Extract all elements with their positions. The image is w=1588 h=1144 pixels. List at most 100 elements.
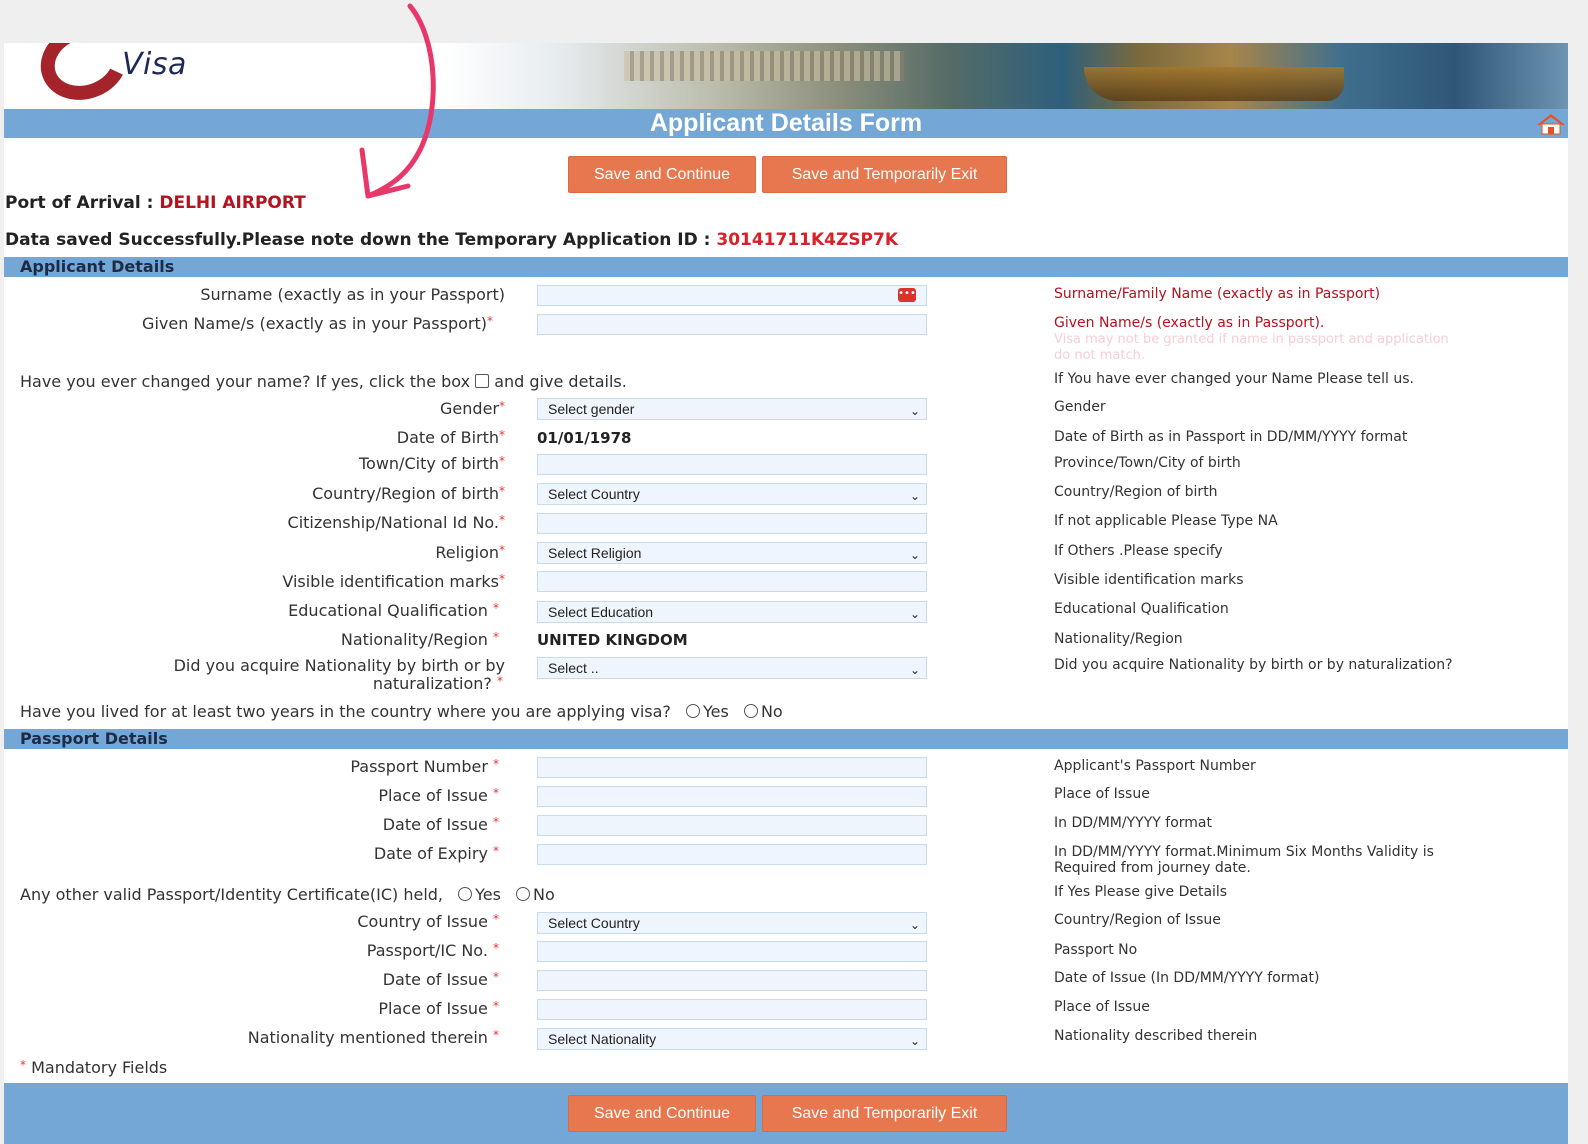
marks-input[interactable] — [537, 571, 927, 592]
chevron-down-icon: ⌄ — [909, 918, 920, 932]
other-passport-no-radio[interactable] — [516, 887, 531, 901]
ic-place-of-issue-input[interactable] — [537, 999, 927, 1020]
date-of-issue-label: Date of Issue * — [382, 815, 499, 834]
visa-form-page: Visa Applicant Details Form Save and Con… — [4, 43, 1568, 1144]
town-input[interactable] — [537, 454, 927, 475]
ic-place-of-issue-label: Place of Issue * — [378, 999, 499, 1018]
other-passport-label: Any other valid Passport/Identity Certif… — [20, 885, 443, 904]
port-of-arrival-value: DELHI AIRPORT — [159, 193, 306, 213]
lived-yes-label: Yes — [703, 702, 729, 721]
dob-label: Date of Birth* — [396, 428, 505, 447]
save-success-message: Data saved Successfully.Please note down… — [5, 230, 898, 250]
page-title: Applicant Details Form — [649, 109, 923, 137]
religion-label: Religion* — [435, 543, 505, 562]
passport-number-hint: Applicant's Passport Number — [1054, 758, 1256, 774]
save-and-continue-button-top[interactable]: Save and Continue — [568, 156, 756, 193]
country-birth-label: Country/Region of birth* — [312, 484, 505, 503]
mandatory-fields-text: Mandatory Fields — [31, 1058, 168, 1077]
section-applicant-details: Applicant Details — [4, 257, 1568, 277]
changed-name-suffix: and give details. — [494, 372, 627, 391]
section-passport-details: Passport Details — [4, 729, 1568, 749]
save-and-exit-button-bottom[interactable]: Save and Temporarily Exit — [762, 1095, 1007, 1132]
given-name-hint: Given Name/s (exactly as in Passport). — [1054, 315, 1325, 331]
religion-select[interactable]: Select Religion ⌄ — [537, 542, 927, 564]
other-passport-yes-radio[interactable] — [458, 887, 473, 901]
chevron-down-icon: ⌄ — [909, 607, 920, 621]
given-name-warning-line1: Visa may not be granted if name in passp… — [1054, 332, 1449, 347]
lived-no-radio[interactable] — [743, 704, 758, 718]
other-passport-yes-label: Yes — [475, 885, 501, 904]
citizenship-label: Citizenship/National Id No.* — [287, 513, 505, 532]
ic-nationality-select[interactable]: Select Nationality ⌄ — [537, 1028, 927, 1050]
date-of-expiry-hint-line1: In DD/MM/YYYY format.Minimum Six Months … — [1054, 844, 1434, 860]
date-of-expiry-hint-line2: Required from journey date. — [1054, 860, 1251, 876]
ic-nationality-label: Nationality mentioned therein * — [247, 1028, 499, 1047]
ic-number-input[interactable] — [537, 941, 927, 962]
date-of-expiry-label: Date of Expiry * — [373, 844, 499, 863]
ic-date-of-issue-hint: Date of Issue (In DD/MM/YYYY format) — [1054, 970, 1320, 986]
changed-name-checkbox[interactable] — [475, 374, 490, 388]
country-of-issue-label: Country of Issue * — [357, 912, 499, 931]
marks-hint: Visible identification marks — [1054, 572, 1244, 588]
ic-nationality-hint: Nationality described therein — [1054, 1028, 1258, 1044]
place-of-issue-hint: Place of Issue — [1054, 786, 1150, 802]
chevron-down-icon: ⌄ — [909, 548, 920, 562]
country-of-issue-select[interactable]: Select Country ⌄ — [537, 912, 927, 934]
gender-select[interactable]: Select gender ⌄ — [537, 398, 927, 420]
place-of-issue-label: Place of Issue * — [378, 786, 499, 805]
acquire-nationality-select[interactable]: Select .. ⌄ — [537, 657, 927, 679]
dob-hint: Date of Birth as in Passport in DD/MM/YY… — [1054, 429, 1408, 445]
ic-place-of-issue-hint: Place of Issue — [1054, 999, 1150, 1015]
passport-number-label: Passport Number * — [350, 757, 499, 776]
given-name-input[interactable] — [537, 314, 927, 335]
lived-no-label: No — [760, 702, 783, 721]
chevron-down-icon: ⌄ — [909, 1034, 920, 1048]
marks-label: Visible identification marks* — [282, 572, 505, 591]
acquire-nationality-hint: Did you acquire Nationality by birth or … — [1054, 657, 1453, 673]
citizenship-input[interactable] — [537, 513, 927, 534]
evisa-logo-text: Visa — [122, 47, 187, 82]
annotation-arrow — [359, 3, 436, 199]
nationality-value: UNITED KINGDOM — [537, 631, 688, 649]
town-hint: Province/Town/City of birth — [1054, 455, 1241, 471]
town-label: Town/City of birth* — [358, 454, 505, 473]
surname-input[interactable]: ••• — [537, 285, 927, 306]
date-of-issue-input[interactable] — [537, 815, 927, 836]
religion-hint: If Others .Please specify — [1054, 543, 1223, 559]
changed-name-row: Have you ever changed your name? If yes,… — [20, 372, 627, 391]
acquire-nationality-label-line1: Did you acquire Nationality by birth or … — [173, 656, 505, 675]
lived-yes-radio[interactable] — [686, 704, 701, 718]
form-title-bar: Applicant Details Form — [4, 109, 1568, 138]
ic-date-of-issue-input[interactable] — [537, 970, 927, 991]
surname-label: Surname (exactly as in your Passport) — [200, 285, 505, 304]
country-birth-select[interactable]: Select Country ⌄ — [537, 483, 927, 505]
chevron-down-icon: ⌄ — [909, 663, 920, 677]
temporary-application-id: 30141711K4ZSP7K — [716, 230, 899, 250]
date-of-expiry-input[interactable] — [537, 844, 927, 865]
country-of-issue-hint: Country/Region of Issue — [1054, 912, 1221, 928]
given-name-label: Given Name/s (exactly as in your Passpor… — [142, 314, 493, 333]
citizenship-hint: If not applicable Please Type NA — [1054, 513, 1278, 529]
gender-label: Gender* — [440, 399, 505, 418]
nationality-label: Nationality/Region * — [340, 630, 499, 649]
other-passport-row: Any other valid Passport/Identity Certif… — [20, 885, 555, 904]
save-and-exit-button-top[interactable]: Save and Temporarily Exit — [762, 156, 1007, 193]
changed-name-label: Have you ever changed your name? If yes,… — [20, 372, 471, 391]
port-of-arrival: Port of Arrival : DELHI AIRPORT — [5, 193, 306, 213]
passport-number-input[interactable] — [537, 757, 927, 778]
mandatory-fields-note: * Mandatory Fields — [20, 1058, 168, 1077]
ic-number-hint: Passport No — [1054, 942, 1138, 958]
port-of-arrival-label: Port of Arrival : — [5, 193, 154, 213]
lived-two-years-label: Have you lived for at least two years in… — [20, 702, 671, 721]
calendar-icon[interactable]: ••• — [898, 288, 916, 302]
education-select[interactable]: Select Education ⌄ — [537, 601, 927, 623]
given-name-warning-line2: do not match. — [1054, 348, 1146, 363]
place-of-issue-input[interactable] — [537, 786, 927, 807]
home-icon[interactable] — [1536, 113, 1566, 135]
surname-hint: Surname/Family Name (exactly as in Passp… — [1054, 286, 1381, 302]
banner-image — [444, 43, 1568, 109]
nationality-hint: Nationality/Region — [1054, 631, 1183, 647]
ic-number-label: Passport/IC No. * — [366, 941, 499, 960]
chevron-down-icon: ⌄ — [909, 404, 920, 418]
save-and-continue-button-bottom[interactable]: Save and Continue — [568, 1095, 756, 1132]
